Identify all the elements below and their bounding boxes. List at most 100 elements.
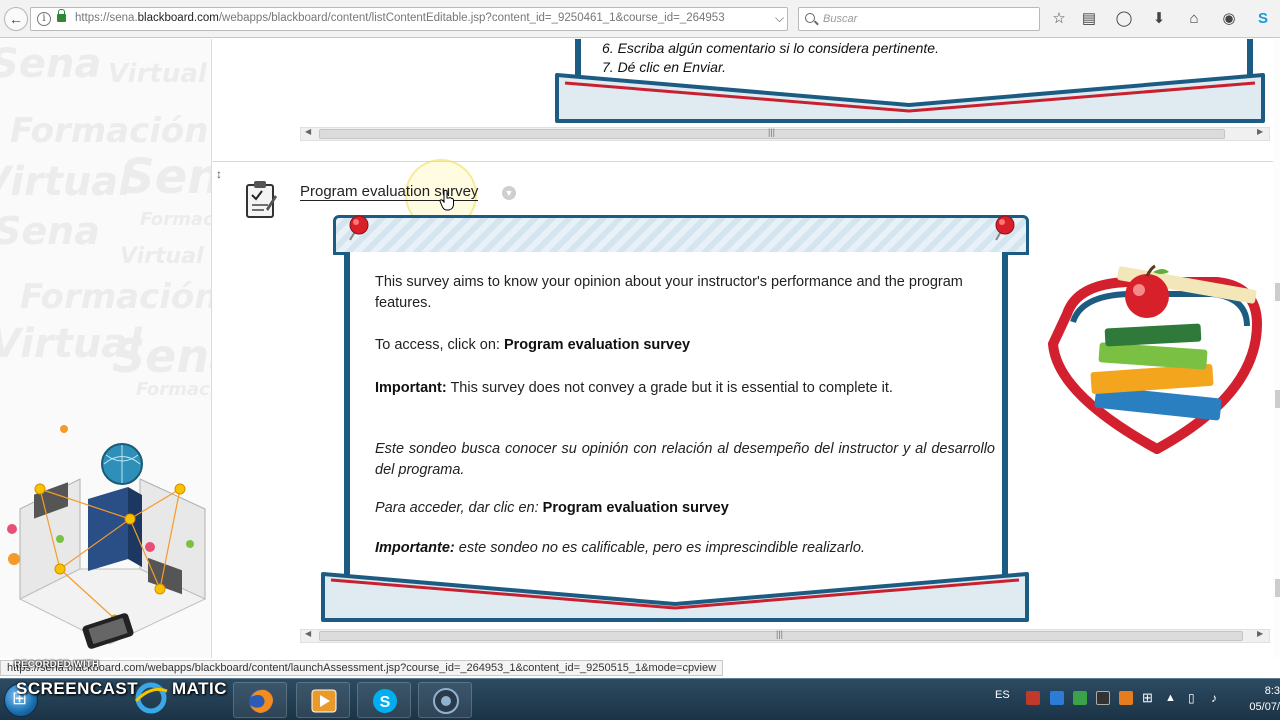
es-access-link-text: Program evaluation survey [542, 500, 729, 516]
tray-app-icon[interactable] [1026, 691, 1040, 705]
download-icon[interactable]: ⬇ [1148, 8, 1170, 30]
search-icon [805, 13, 815, 23]
chevron-down-icon[interactable]: ▼ [502, 186, 516, 200]
status-bar: https://sena.blackboard.com/webapps/blac… [0, 658, 1280, 678]
tray-app-icon[interactable] [1119, 691, 1133, 705]
lock-icon [57, 9, 66, 22]
scroll-left-icon[interactable]: ◀ [305, 629, 311, 638]
scroll-right-icon[interactable]: ▶ [1257, 629, 1263, 638]
windows-flag-icon[interactable]: ⊞ [1142, 691, 1156, 705]
vscroll-marker [1275, 283, 1280, 301]
screencast-taskbar-button[interactable] [418, 682, 472, 718]
bookmark-star-icon[interactable]: ☆ [1048, 8, 1070, 30]
watermark-word: Formación [140, 209, 212, 230]
address-bar[interactable]: i https://sena.blackboard.com/webapps/bl… [30, 7, 811, 31]
panel-banner-bottom [321, 572, 1029, 622]
watermark-word: Sena [112, 329, 211, 383]
url-text[interactable]: https://sena.blackboard.com/webapps/blac… [75, 12, 755, 24]
watermark-word: Sena [0, 209, 100, 253]
back-arrow-icon[interactable]: ← [4, 7, 28, 31]
browser-toolbar: ← i https://sena.blackboard.com/webapps/… [0, 0, 1280, 38]
skype-taskbar-button[interactable]: S [357, 682, 411, 718]
en-access-prefix: To access, click on: [375, 337, 504, 353]
survey-description-panel: This survey aims to know your opinion ab… [344, 252, 1008, 592]
left-decoration: Sena Virtual Formación Virtual Sena Form… [0, 39, 212, 658]
en-access: To access, click on: Program evaluation … [375, 335, 995, 356]
drag-handle-icon[interactable]: ↕ [216, 167, 222, 181]
previous-banner-bottom [555, 73, 1265, 123]
windows-taskbar: SCREENCAST MATIC S ES ⊞ ▲ ▯ ♪ 8 [0, 678, 1280, 720]
scroll-right-icon[interactable]: ▶ [1257, 127, 1263, 136]
vscroll-marker [1275, 390, 1280, 408]
system-clock[interactable]: 8:3 05/07/ [1240, 683, 1280, 715]
instruction-step-6: 6. Escriba algún comentario si lo consid… [602, 40, 939, 56]
media-player-taskbar-button[interactable] [296, 682, 350, 718]
reading-list-icon[interactable]: ▤ [1078, 8, 1100, 30]
url-dropdown-icon[interactable]: ⌵ [775, 11, 784, 26]
content-area: 6. Escriba algún comentario si lo consid… [213, 39, 1280, 658]
search-bar[interactable]: Buscar [798, 7, 1040, 31]
grip-icon: ||| [776, 629, 784, 639]
vscroll-marker [1275, 579, 1280, 597]
horizontal-scrollbar[interactable]: ◀ ||| ▶ [300, 127, 1270, 141]
svg-text:S: S [380, 694, 391, 711]
info-icon[interactable]: i [37, 12, 51, 26]
watermark-word: Sena [0, 41, 102, 87]
volume-icon[interactable]: ♪ [1211, 691, 1225, 705]
recorded-with-label: RECORDED WITH [14, 659, 100, 670]
en-important: Important: This survey does not convey a… [375, 378, 995, 399]
firefox-icon [249, 689, 273, 713]
tray-app-icon[interactable] [1073, 691, 1087, 705]
watermark-word: Sena [120, 149, 211, 205]
pushpin-icon [995, 215, 1015, 241]
es-access-prefix: Para acceder, dar clic en: [375, 500, 543, 516]
home-icon[interactable]: ⌂ [1183, 8, 1205, 30]
screencast-brand-right: MATIC [172, 679, 228, 698]
ie-icon[interactable] [134, 681, 168, 715]
es-important-label: Importante: [375, 540, 455, 556]
es-important-text: este sondeo no es calificable, pero es i… [454, 540, 865, 556]
scrollbar-thumb[interactable]: ||| [319, 629, 1243, 641]
prev-panel-border-right [1247, 39, 1253, 75]
pocket-icon[interactable]: ◯ [1113, 8, 1135, 30]
chat-icon[interactable]: ◉ [1218, 8, 1240, 30]
firefox-taskbar-button[interactable] [233, 682, 287, 718]
pushpin-icon [349, 215, 369, 241]
search-placeholder: Buscar [823, 13, 858, 25]
language-indicator[interactable]: ES [995, 689, 1010, 701]
skype-icon[interactable]: S [1252, 8, 1274, 30]
skype-app-icon: S [373, 689, 397, 713]
watermark-word: Formación [10, 111, 209, 151]
tray-app-icon[interactable] [1096, 691, 1110, 705]
hand-cursor-icon [439, 189, 454, 211]
show-hidden-icon[interactable]: ▲ [1165, 691, 1179, 705]
watermark-word: Virtual [0, 159, 132, 205]
watermark-word: Formación [20, 277, 212, 317]
books-apple-illustration [1047, 264, 1263, 454]
scroll-left-icon[interactable]: ◀ [305, 127, 311, 136]
tray-app-icon[interactable] [1050, 691, 1064, 705]
es-intro: Este sondeo busca conocer su opinión con… [375, 441, 995, 478]
assessment-icon [246, 181, 277, 218]
grip-icon: ||| [768, 127, 776, 137]
en-access-link-text: Program evaluation survey [503, 337, 691, 353]
media-player-icon [311, 689, 337, 713]
en-important-label: Important: [375, 380, 447, 396]
watermark-word: Virtual [120, 244, 204, 269]
en-intro: This survey aims to know your opinion ab… [375, 274, 963, 311]
network-icon[interactable]: ▯ [1188, 691, 1202, 705]
screencast-brand-left: SCREENCAST [16, 679, 139, 698]
watermark-word: Virtual [108, 59, 207, 89]
clock-date: 05/07/ [1249, 701, 1280, 713]
network-illustration [7, 425, 207, 649]
watermark-word: Formación [136, 379, 211, 400]
horizontal-scrollbar-bottom[interactable]: ◀ ||| ▶ [300, 629, 1270, 643]
vertical-scrollbar[interactable] [1273, 39, 1280, 658]
clock-time: 8:3 [1264, 685, 1280, 697]
scrollbar-thumb[interactable]: ||| [319, 127, 1225, 139]
en-important-text: This survey does not convey a grade but … [446, 380, 893, 396]
screencast-app-icon [433, 688, 459, 714]
status-link-url: https://sena.blackboard.com/webapps/blac… [0, 660, 724, 676]
panel-banner-top [333, 215, 1029, 255]
item-separator [213, 161, 1280, 162]
